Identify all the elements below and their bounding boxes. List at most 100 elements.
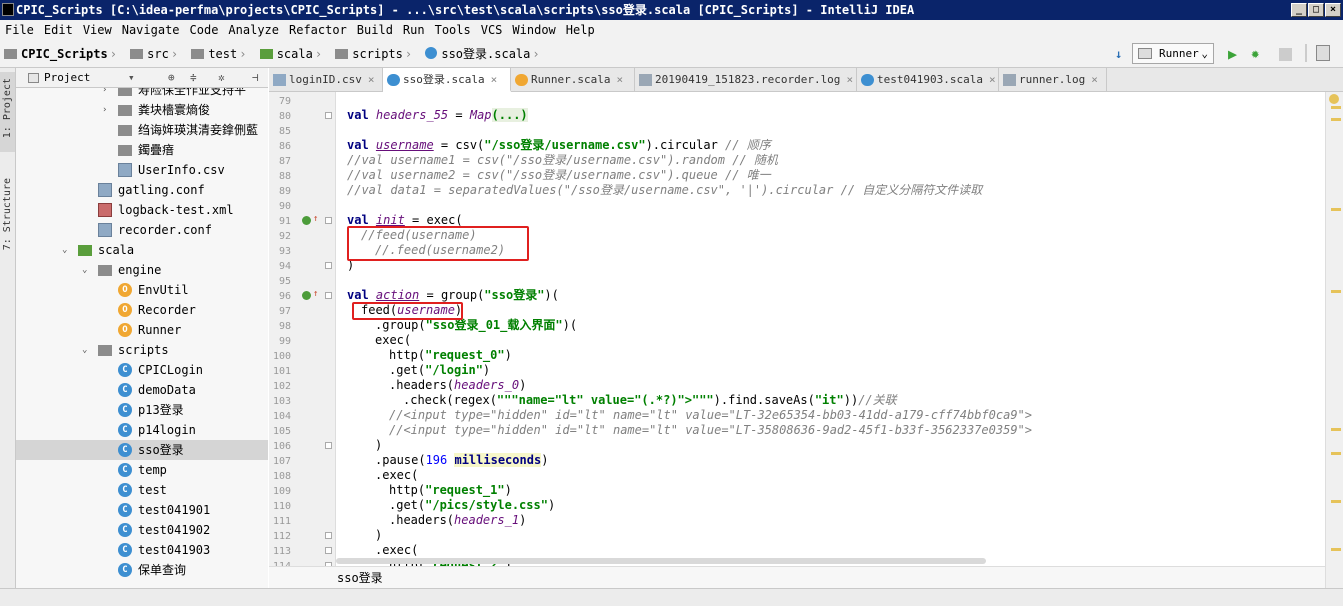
warning-marker[interactable] <box>1331 290 1341 293</box>
project-view-label[interactable]: Project <box>44 68 90 88</box>
breadcrumb-scala[interactable]: scala <box>256 40 313 68</box>
caret-down-icon[interactable]: ▾ <box>128 68 135 88</box>
breadcrumb-test[interactable]: test <box>187 40 237 68</box>
tree-item[interactable]: › 粪块檣寰熵俊 <box>16 100 268 120</box>
debug-icon[interactable]: ✹ <box>1251 44 1259 64</box>
fold-marker-icon[interactable] <box>325 547 332 554</box>
warning-marker[interactable] <box>1331 452 1341 455</box>
menu-tools[interactable]: Tools <box>430 20 476 40</box>
build-icon[interactable]: ↓ <box>1115 44 1122 64</box>
tab-sso-scala[interactable]: sso登录.scala × <box>383 68 511 92</box>
tree-item[interactable]: recorder.conf <box>16 220 268 240</box>
close-tab-icon[interactable]: × <box>840 73 853 86</box>
close-tab-icon[interactable]: × <box>362 73 375 86</box>
tree-item[interactable]: Ctest041902 <box>16 520 268 540</box>
tree-item[interactable]: Cp13登录 <box>16 400 268 420</box>
tab-runner-log[interactable]: runner.log × <box>999 68 1107 92</box>
chevron-down-icon[interactable]: ⌄ <box>82 260 87 280</box>
tree-item[interactable]: › 寿险保全作业支持平 <box>16 88 268 100</box>
implementation-marker-icon[interactable] <box>302 216 311 225</box>
implementation-marker-icon[interactable] <box>302 291 311 300</box>
tree-item[interactable]: Ctest <box>16 480 268 500</box>
project-structure-icon[interactable] <box>1316 45 1330 61</box>
menu-navigate[interactable]: Navigate <box>117 20 185 40</box>
menu-vcs[interactable]: VCS <box>476 20 508 40</box>
fold-marker-icon[interactable] <box>325 292 332 299</box>
fold-marker-icon[interactable] <box>325 217 332 224</box>
editor-breadcrumb-item[interactable]: sso登录 <box>337 571 383 585</box>
menu-file[interactable]: File <box>0 20 39 40</box>
structure-tool-tab[interactable]: 7: Structure <box>2 178 13 250</box>
horizontal-scrollbar[interactable] <box>336 558 986 564</box>
menu-code[interactable]: Code <box>185 20 224 40</box>
run-config-dropdown[interactable]: Runner ⌄ <box>1132 43 1214 64</box>
tree-item[interactable]: O Runner <box>16 320 268 340</box>
menu-analyze[interactable]: Analyze <box>223 20 284 40</box>
warning-marker[interactable] <box>1331 208 1341 211</box>
menu-build[interactable]: Build <box>352 20 398 40</box>
tree-item[interactable]: Ctemp <box>16 460 268 480</box>
close-tab-icon[interactable]: × <box>610 73 623 86</box>
menu-run[interactable]: Run <box>398 20 430 40</box>
tree-item[interactable]: gatling.conf <box>16 180 268 200</box>
tree-item[interactable]: C CPICLogin <box>16 360 268 380</box>
menu-edit[interactable]: Edit <box>39 20 78 40</box>
close-tab-icon[interactable]: × <box>983 73 996 86</box>
tree-item[interactable]: O EnvUtil <box>16 280 268 300</box>
gear-icon[interactable]: ✲ <box>218 68 225 88</box>
tree-item[interactable]: Ctest041903 <box>16 540 268 560</box>
tab-test041903-scala[interactable]: test041903.scala × <box>857 68 999 92</box>
tree-item[interactable]: Csso登录 <box>16 440 268 460</box>
breadcrumb-project[interactable]: CPIC_Scripts <box>0 40 108 68</box>
run-icon[interactable]: ▶ <box>1228 44 1237 64</box>
breadcrumb-file[interactable]: sso登录.scala <box>421 40 530 68</box>
close-tab-icon[interactable]: × <box>485 73 498 86</box>
warning-marker[interactable] <box>1331 428 1341 431</box>
close-window-button[interactable]: × <box>1325 3 1341 17</box>
fold-marker-icon[interactable] <box>325 532 332 539</box>
tab-runner-scala[interactable]: Runner.scala × <box>511 68 635 92</box>
stop-icon[interactable] <box>1279 48 1292 61</box>
tree-item[interactable]: ⌄ scala <box>16 240 268 260</box>
locate-icon[interactable]: ⊕ <box>168 68 175 88</box>
tab-loginid-csv[interactable]: loginID.csv × <box>269 68 383 92</box>
override-arrow-icon[interactable]: ↑ <box>313 289 318 299</box>
warning-marker[interactable] <box>1331 106 1341 109</box>
tree-item[interactable]: ⌄ scripts <box>16 340 268 360</box>
fold-marker-icon[interactable] <box>325 442 332 449</box>
tree-item[interactable]: 鐲疊瘖 <box>16 140 268 160</box>
chevron-down-icon[interactable]: ⌄ <box>82 340 87 360</box>
minimize-button[interactable]: _ <box>1291 3 1307 17</box>
fold-marker-icon[interactable] <box>325 112 332 119</box>
maximize-button[interactable]: □ <box>1308 3 1324 17</box>
fold-marker-icon[interactable] <box>325 262 332 269</box>
breadcrumb-scripts[interactable]: scripts <box>331 40 403 68</box>
tree-item[interactable]: logback-test.xml <box>16 200 268 220</box>
tree-item[interactable]: ⌄ engine <box>16 260 268 280</box>
menu-help[interactable]: Help <box>561 20 600 40</box>
override-arrow-icon[interactable]: ↑ <box>313 214 318 224</box>
chevron-right-icon[interactable]: › <box>102 100 107 120</box>
tree-item[interactable]: O Recorder <box>16 300 268 320</box>
warning-marker[interactable] <box>1331 500 1341 503</box>
close-tab-icon[interactable]: × <box>1085 73 1098 86</box>
hide-icon[interactable]: ⊣ <box>252 68 259 88</box>
tree-item[interactable]: CdemoData <box>16 380 268 400</box>
breadcrumb-src[interactable]: src <box>126 40 169 68</box>
menu-view[interactable]: View <box>78 20 117 40</box>
collapse-icon[interactable]: ≑ <box>190 68 197 88</box>
menu-refactor[interactable]: Refactor <box>284 20 352 40</box>
code-editor[interactable]: val headers_55 = Map(...) val username =… <box>336 92 1325 566</box>
chevron-down-icon[interactable]: ⌄ <box>62 240 67 260</box>
project-tool-tab[interactable]: 1: Project <box>2 78 13 138</box>
tab-recorder-log[interactable]: 20190419_151823.recorder.log × <box>635 68 857 92</box>
warning-marker[interactable] <box>1331 548 1341 551</box>
warning-marker[interactable] <box>1331 118 1341 121</box>
tree-item[interactable]: 绉诲姩瑛淇清妾鎿侀藍 <box>16 120 268 140</box>
tree-item[interactable]: UserInfo.csv <box>16 160 268 180</box>
tree-item[interactable]: Cp14login <box>16 420 268 440</box>
tree-item[interactable]: C 保单查询 <box>16 560 268 580</box>
tree-item[interactable]: Ctest041901 <box>16 500 268 520</box>
menu-window[interactable]: Window <box>507 20 560 40</box>
warning-indicator-icon[interactable] <box>1329 94 1339 104</box>
